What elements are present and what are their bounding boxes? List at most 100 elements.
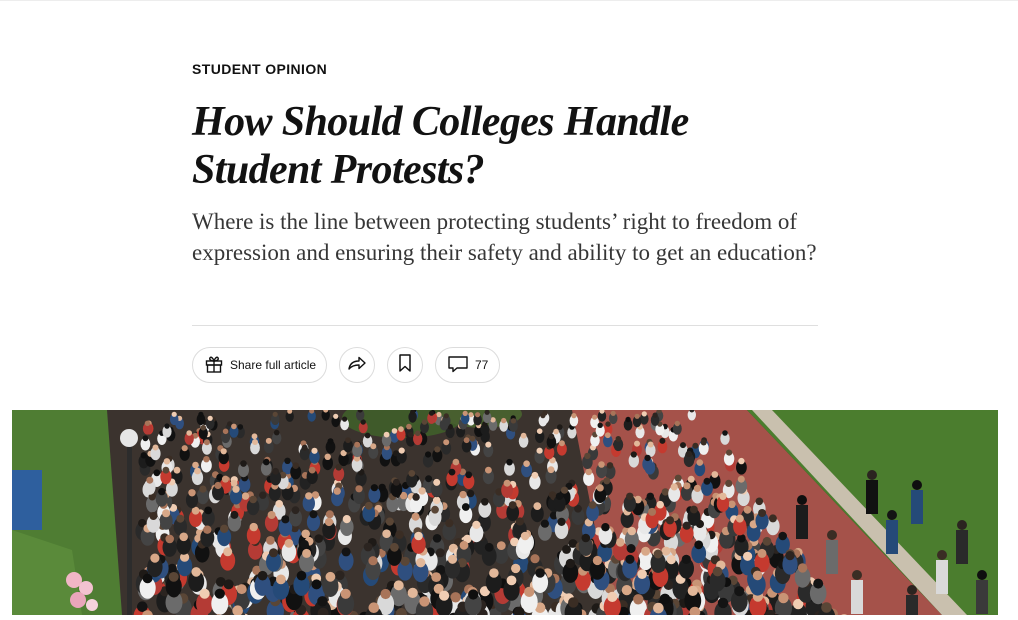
crowd-figure-head: [325, 510, 334, 519]
crowd-figure-head: [391, 428, 398, 434]
crowd-figure-head: [240, 460, 247, 467]
crowd-figure-head: [703, 477, 711, 485]
crowd-figure-head: [726, 449, 733, 456]
crowd-figure-head: [370, 484, 378, 492]
crowd-figure-head: [692, 442, 699, 449]
crowd-figure-head: [523, 460, 530, 467]
crowd-figure-head: [342, 515, 351, 524]
crowd-figure-head: [644, 454, 651, 462]
crowd-figure-head: [445, 519, 454, 528]
standing-figure-head: [827, 530, 837, 540]
crowd-figure-head: [481, 498, 489, 506]
standing-figure-head: [852, 570, 862, 580]
crowd-figure-head: [416, 558, 426, 568]
crowd-figure-head: [520, 531, 530, 541]
crowd-figure-head: [755, 497, 764, 506]
divider: [192, 325, 818, 326]
crowd-figure-head: [276, 574, 286, 585]
crowd-figure-head: [324, 517, 334, 527]
standing-figure-head: [912, 480, 922, 490]
crowd-figure-head: [355, 485, 363, 493]
crowd-figure-head: [797, 563, 808, 573]
crowd-figure-head: [296, 570, 307, 581]
crowd-figure-head: [443, 413, 449, 419]
crowd-figure-head: [199, 485, 207, 493]
crowd-figure-head: [568, 597, 579, 608]
crowd-figure-head: [272, 411, 278, 417]
share-full-article-button[interactable]: Share full article: [192, 347, 327, 383]
forward-arrow-icon: [346, 353, 368, 378]
crowd-figure-head: [496, 541, 506, 550]
crowd-figure-head: [231, 423, 237, 430]
crowd-figure-head: [191, 567, 201, 577]
crowd-figure-head: [443, 439, 450, 446]
crowd-figure-head: [540, 519, 550, 528]
crowd-figure-head: [385, 517, 394, 526]
crowd-figure-head: [284, 457, 291, 464]
crowd-figure-head: [435, 548, 445, 558]
crowd-figure-head: [524, 586, 535, 597]
crowd-figure-head: [428, 410, 435, 416]
crowd-figure-head: [821, 602, 832, 613]
crowd-figure-head: [728, 500, 736, 509]
crowd-figure-head: [592, 555, 603, 566]
lead-photo[interactable]: [12, 410, 998, 615]
standing-figure: [826, 540, 838, 574]
crowd-figure-head: [434, 446, 441, 453]
crowd-figure-head: [598, 461, 605, 468]
crowd-figure-head: [324, 453, 331, 460]
crowd-figure-head: [571, 413, 577, 419]
crowd-figure-head: [604, 432, 611, 439]
crowd-figure-head: [146, 476, 154, 484]
crowd-figure-head: [661, 488, 670, 496]
crowd-figure-head: [489, 568, 499, 578]
crowd-figure-head: [308, 466, 316, 474]
crowd-figure-head: [553, 428, 559, 435]
crowd-figure-head: [237, 424, 244, 430]
crowd-figure-head: [540, 413, 546, 419]
crowd-figure-head: [463, 437, 470, 444]
crowd-figure-head: [412, 493, 420, 501]
crowd-figure-head: [305, 492, 313, 500]
crowd-figure-head: [606, 462, 614, 469]
crowd-figure-head: [778, 592, 789, 604]
crowd-figure-head: [533, 502, 542, 510]
crowd-figure-head: [475, 412, 481, 418]
crowd-figure-head: [249, 522, 258, 532]
crowd-figure-head: [436, 411, 442, 418]
standing-figure: [886, 520, 898, 554]
standing-figure: [866, 480, 878, 514]
crowd-figure-head: [785, 551, 795, 561]
save-button[interactable]: [387, 347, 423, 383]
crowd-figure-head: [687, 475, 695, 483]
share-button-label: Share full article: [230, 358, 317, 372]
crowd-figure-head: [167, 563, 177, 574]
crowd-figure-head: [249, 495, 257, 504]
crowd-figure-head: [311, 447, 318, 454]
crowd-figure-head: [425, 451, 432, 458]
crowd-figure-head: [450, 592, 461, 603]
crowd-figure-head: [725, 479, 733, 487]
crowd-figure-head: [188, 489, 196, 497]
crowd-figure-head: [259, 491, 267, 499]
comments-button[interactable]: 77: [435, 347, 500, 383]
crowd-figure-head: [647, 441, 654, 448]
section-kicker[interactable]: STUDENT OPINION: [192, 60, 822, 78]
standing-figure-head: [907, 585, 917, 595]
crowd-figure-head: [508, 501, 517, 509]
forward-button[interactable]: [339, 347, 375, 383]
standing-figure: [936, 560, 948, 594]
crowd-figure-head: [670, 483, 678, 491]
crowd-figure-head: [452, 458, 460, 466]
crowd-figure-head: [269, 548, 278, 558]
crowd-figure-head: [813, 578, 824, 589]
crowd-figure-head: [257, 570, 268, 581]
crowd-figure-head: [722, 430, 728, 436]
crowd-figure-head: [690, 505, 698, 514]
crowd-figure-head: [734, 586, 745, 597]
crowd-figure-head: [555, 492, 564, 500]
crowd-figure-head: [468, 589, 479, 600]
crowd-figure-head: [236, 584, 247, 595]
crowd-figure-head: [363, 542, 373, 552]
crowd-figure-head: [414, 531, 423, 541]
